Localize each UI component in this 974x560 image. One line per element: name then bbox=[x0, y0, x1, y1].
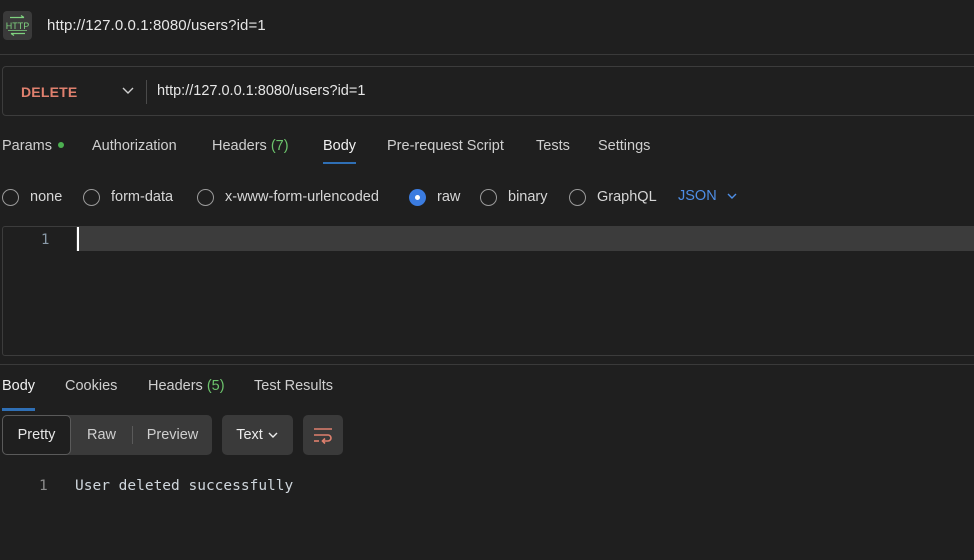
url-bar: DELETE bbox=[2, 66, 974, 116]
radio-label: GraphQL bbox=[597, 189, 657, 205]
response-format-label: Text bbox=[236, 427, 263, 443]
chevron-down-icon[interactable] bbox=[121, 83, 135, 97]
radio-graphql[interactable]: GraphQL bbox=[569, 187, 657, 207]
radio-label: x-www-form-urlencoded bbox=[225, 189, 379, 205]
tab-label: Body bbox=[323, 138, 357, 154]
radio-circle[interactable] bbox=[83, 188, 100, 206]
radio-label: raw bbox=[437, 189, 461, 205]
tab-tests[interactable]: Tests bbox=[536, 138, 570, 154]
radio-raw[interactable]: raw bbox=[409, 187, 460, 207]
line-number: 1 bbox=[41, 232, 50, 248]
radio-circle[interactable] bbox=[2, 188, 19, 206]
tab-headers[interactable]: Headers (7) bbox=[212, 138, 289, 154]
raw-format-label: JSON bbox=[678, 188, 717, 204]
radio-none[interactable]: none bbox=[2, 187, 62, 207]
tab-authorization[interactable]: Authorization bbox=[92, 138, 177, 154]
url-divider bbox=[146, 80, 147, 104]
response-tab-test-results[interactable]: Test Results bbox=[254, 378, 333, 394]
tab-label: Pre-request Script bbox=[387, 138, 504, 154]
response-tab-body[interactable]: Body bbox=[2, 378, 36, 411]
current-line-highlight bbox=[76, 227, 974, 251]
response-format-select[interactable]: Text bbox=[222, 415, 293, 455]
response-body[interactable]: 1 User deleted successfully bbox=[0, 476, 974, 500]
method-select[interactable]: DELETE bbox=[21, 84, 77, 100]
tab-label: Body bbox=[2, 378, 36, 394]
response-tab-cookies[interactable]: Cookies bbox=[65, 378, 117, 394]
wrap-lines-button[interactable] bbox=[303, 415, 343, 455]
request-body-editor[interactable]: 1 bbox=[2, 226, 974, 356]
response-view-modes: Pretty Raw Preview bbox=[2, 415, 212, 455]
chevron-down-icon bbox=[268, 432, 278, 438]
radio-x-www-form-urlencoded[interactable]: x-www-form-urlencoded bbox=[197, 187, 379, 207]
tab-label: Test Results bbox=[254, 378, 333, 394]
params-indicator-dot bbox=[57, 142, 64, 149]
radio-label: none bbox=[30, 189, 63, 205]
tab-label: Tests bbox=[536, 138, 570, 154]
svg-text:HTTP: HTTP bbox=[6, 21, 30, 31]
response-tabs: Body Cookies Headers (5) Test Results bbox=[0, 372, 974, 411]
tab-params[interactable]: Params bbox=[2, 138, 64, 154]
tab-label: Headers bbox=[148, 378, 203, 394]
tab-label: Params bbox=[2, 138, 52, 154]
view-raw-button[interactable]: Raw bbox=[71, 415, 132, 455]
tab-label: Settings bbox=[598, 138, 651, 154]
raw-format-select[interactable]: JSON bbox=[678, 188, 738, 204]
url-input[interactable] bbox=[157, 83, 757, 99]
response-text: User deleted successfully bbox=[75, 478, 294, 494]
pane-divider[interactable] bbox=[0, 364, 974, 365]
view-pretty-button[interactable]: Pretty bbox=[2, 415, 71, 455]
radio-circle[interactable] bbox=[197, 188, 214, 206]
radio-binary[interactable]: binary bbox=[480, 187, 548, 207]
radio-form-data[interactable]: form-data bbox=[83, 187, 173, 207]
chevron-down-icon bbox=[727, 193, 737, 199]
request-title[interactable]: http://127.0.0.1:8080/users?id=1 bbox=[47, 17, 266, 34]
tab-label: Headers bbox=[212, 138, 267, 154]
headers-count: (7) bbox=[270, 138, 289, 154]
tab-label: Authorization bbox=[92, 138, 177, 154]
radio-circle[interactable] bbox=[569, 188, 586, 206]
wrap-lines-icon bbox=[314, 428, 332, 445]
radio-label: form-data bbox=[111, 189, 174, 205]
title-bar: HTTP http://127.0.0.1:8080/users?id=1 bbox=[0, 0, 974, 55]
radio-circle-checked[interactable] bbox=[409, 188, 426, 206]
radio-circle[interactable] bbox=[480, 188, 497, 206]
headers-count: (5) bbox=[206, 378, 225, 394]
radio-label: binary bbox=[508, 189, 548, 205]
response-tab-headers[interactable]: Headers (5) bbox=[148, 378, 225, 394]
text-cursor bbox=[77, 227, 79, 251]
http-icon: HTTP bbox=[3, 11, 32, 40]
view-preview-button[interactable]: Preview bbox=[133, 415, 212, 455]
tab-body[interactable]: Body bbox=[323, 138, 357, 164]
body-type-selector: none form-data x-www-form-urlencoded raw… bbox=[0, 183, 974, 211]
request-tabs: Params Authorization Headers (7) Body Pr… bbox=[0, 132, 974, 168]
tab-label: Cookies bbox=[65, 378, 118, 394]
tab-pre-request-script[interactable]: Pre-request Script bbox=[387, 138, 504, 154]
line-number: 1 bbox=[39, 478, 48, 494]
tab-settings[interactable]: Settings bbox=[598, 138, 650, 154]
